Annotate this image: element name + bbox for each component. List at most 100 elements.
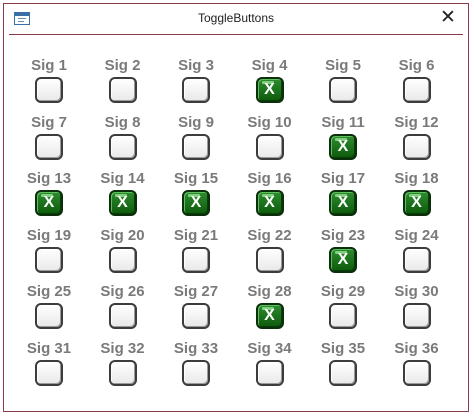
toggle-button[interactable]: X	[182, 190, 210, 216]
toggle-button[interactable]: X	[329, 190, 357, 216]
toggle-cell: Sig 30	[382, 283, 452, 339]
toggle-button[interactable]	[402, 359, 431, 386]
toggle-button[interactable]: X	[108, 190, 137, 216]
toggle-button[interactable]	[108, 303, 137, 329]
toggle-button[interactable]	[35, 133, 63, 160]
toggle-button[interactable]	[402, 303, 431, 329]
check-mark-icon: X	[264, 307, 275, 324]
title-bar: ToggleButtons ✕	[4, 4, 468, 34]
toggle-button[interactable]: X	[329, 246, 357, 273]
toggle-button[interactable]	[182, 133, 210, 160]
toggle-button[interactable]	[35, 77, 63, 103]
toggle-button[interactable]	[182, 246, 210, 273]
toggle-button[interactable]	[35, 303, 63, 329]
toggle-label: Sig 3	[178, 57, 214, 74]
toggle-button[interactable]	[255, 359, 284, 386]
toggle-label: Sig 4	[251, 57, 288, 74]
toggle-button[interactable]: X	[255, 303, 284, 329]
toggle-label: Sig 33	[173, 339, 219, 357]
toggle-button[interactable]	[108, 133, 137, 160]
toggle-cell: Sig 12	[382, 114, 452, 170]
toggle-cell: Sig 26	[88, 283, 158, 339]
toggle-cell: Sig 27	[161, 283, 231, 339]
toggle-button[interactable]	[108, 77, 137, 103]
toggle-button[interactable]	[108, 359, 137, 386]
toggle-button[interactable]	[182, 359, 210, 386]
toggle-label: Sig 7	[31, 113, 67, 131]
toggle-button[interactable]	[329, 359, 357, 386]
toggle-cell: Sig 20	[88, 227, 158, 283]
toggle-label: Sig 1	[31, 57, 67, 74]
toggle-button[interactable]: X	[255, 77, 284, 103]
toggle-button[interactable]	[35, 246, 63, 273]
toggle-cell: Sig 24	[382, 227, 452, 283]
check-mark-icon: X	[411, 194, 422, 211]
toggle-cell: Sig 14 X	[88, 170, 158, 226]
toggle-button[interactable]: X	[35, 190, 63, 216]
toggle-button[interactable]	[182, 77, 210, 103]
check-mark-icon: X	[337, 194, 349, 211]
toggle-button[interactable]	[108, 246, 137, 273]
toggle-cell: Sig 17 X	[308, 170, 378, 226]
toggle-cell: Sig 34	[235, 340, 305, 396]
toggle-label: Sig 9	[178, 113, 214, 131]
toggle-button[interactable]: X	[329, 133, 357, 160]
toggle-buttons-window: ToggleButtons ✕ Sig 1 Sig 2 Sig 3 Sig 4 X Sig…	[3, 3, 469, 412]
toggle-label: Sig 13	[26, 170, 72, 187]
toggle-button[interactable]	[255, 133, 284, 160]
toggle-button[interactable]	[329, 303, 357, 329]
toggle-cell: Sig 28 X	[235, 283, 305, 339]
toggle-cell: Sig 29	[308, 283, 378, 339]
toggle-button[interactable]	[35, 359, 63, 386]
toggle-label: Sig 20	[100, 226, 145, 244]
toggle-cell: Sig 9	[161, 114, 231, 170]
toggle-button[interactable]	[255, 246, 284, 273]
toggle-label: Sig 30	[394, 283, 439, 300]
toggle-cell: Sig 18 X	[382, 170, 452, 226]
toggle-label: Sig 35	[320, 339, 366, 357]
toggle-label: Sig 19	[26, 226, 72, 244]
toggle-button[interactable]	[182, 303, 210, 329]
check-mark-icon: X	[337, 250, 349, 268]
toggle-label: Sig 28	[247, 283, 292, 300]
toggle-label: Sig 16	[247, 170, 292, 187]
toggle-label: Sig 12	[394, 113, 439, 131]
toggle-label: Sig 15	[173, 170, 219, 187]
toggle-cell: Sig 10	[235, 114, 305, 170]
toggle-label: Sig 10	[247, 113, 292, 131]
toggle-cell: Sig 3	[161, 57, 231, 113]
toggle-cell: Sig 22	[235, 227, 305, 283]
toggle-button[interactable]	[402, 77, 431, 103]
window-title: ToggleButtons	[197, 11, 275, 25]
toggle-label: Sig 23	[320, 226, 366, 244]
toggle-label: Sig 29	[320, 283, 366, 300]
toggle-button[interactable]: X	[402, 190, 431, 216]
toggle-cell: Sig 8	[88, 114, 158, 170]
toggle-cell: Sig 1	[14, 57, 84, 113]
toggle-cell: Sig 23 X	[308, 227, 378, 283]
toggle-label: Sig 32	[100, 339, 145, 357]
toggle-label: Sig 27	[173, 283, 219, 300]
toggle-button[interactable]	[329, 77, 357, 103]
toggle-cell: Sig 11 X	[308, 114, 378, 170]
toggle-button[interactable]	[402, 246, 431, 273]
toggle-cell: Sig 5	[308, 57, 378, 113]
toggle-cell: Sig 36	[382, 340, 452, 396]
toggle-cell: Sig 4 X	[235, 57, 305, 113]
toggle-label: Sig 11	[321, 113, 365, 131]
toggle-label: Sig 36	[394, 339, 439, 357]
toggle-button[interactable]	[402, 133, 431, 160]
toggle-button[interactable]: X	[255, 190, 284, 216]
toggle-cell: Sig 19	[14, 227, 84, 283]
check-mark-icon: X	[43, 194, 55, 211]
toggle-cell: Sig 6	[382, 57, 452, 113]
toggle-cell: Sig 21	[161, 227, 231, 283]
close-icon[interactable]: ✕	[438, 8, 458, 28]
toggle-label: Sig 31	[26, 339, 72, 357]
check-mark-icon: X	[264, 81, 275, 98]
toggle-label: Sig 21	[173, 226, 219, 244]
toggle-label: Sig 2	[104, 57, 141, 74]
check-mark-icon: X	[117, 194, 128, 211]
check-mark-icon: X	[190, 194, 202, 211]
toggle-cell: Sig 35	[308, 340, 378, 396]
